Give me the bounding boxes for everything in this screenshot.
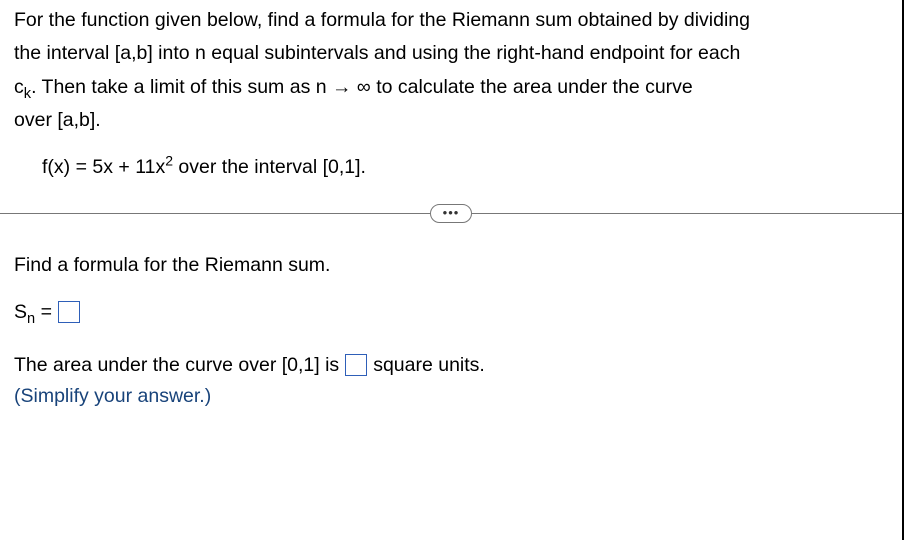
divider-line-right — [472, 213, 902, 214]
ellipsis-pill[interactable]: ••• — [430, 204, 473, 223]
area-input[interactable] — [345, 354, 367, 376]
problem-text-line3: ck. Then take a limit of this sum as n →… — [14, 73, 888, 102]
sn-input[interactable] — [58, 301, 80, 323]
problem-text-line4: over [a,b]. — [14, 106, 888, 135]
sn-label: Sn = — [14, 301, 52, 324]
problem-text-line2: the interval [a,b] into n equal subinter… — [14, 39, 888, 68]
area-text-pre: The area under the curve over [0,1] is — [14, 350, 339, 381]
simplify-hint: (Simplify your answer.) — [14, 381, 888, 412]
ck-text: ck — [14, 76, 31, 98]
area-answer-row: The area under the curve over [0,1] is s… — [14, 350, 485, 381]
function-definition: f(x) = 5x + 11x2 over the interval [0,1]… — [42, 153, 888, 182]
sn-answer-row: Sn = — [14, 301, 888, 324]
area-text-post: square units. — [373, 350, 485, 381]
section-divider: ••• — [0, 204, 902, 223]
problem-text-line1: For the function given below, find a for… — [14, 6, 888, 35]
divider-line-left — [0, 213, 430, 214]
riemann-prompt: Find a formula for the Riemann sum. — [14, 251, 888, 280]
